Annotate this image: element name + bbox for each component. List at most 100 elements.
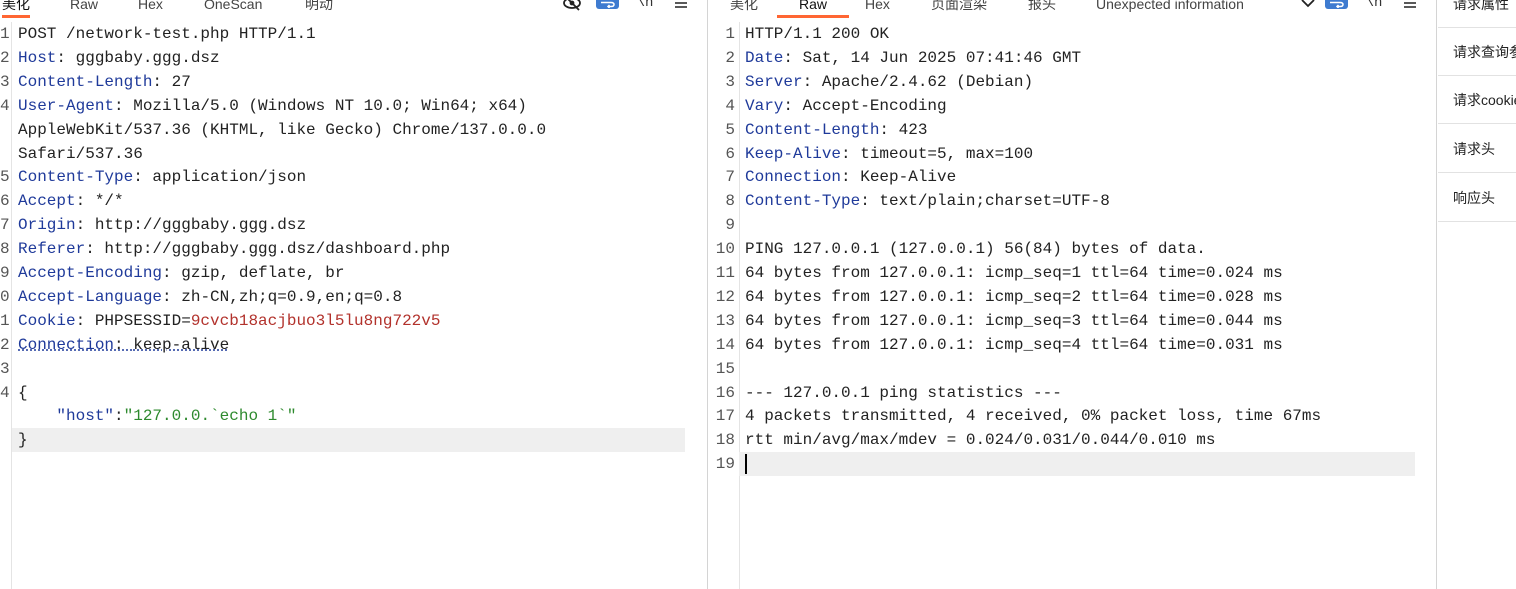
- header-separator: :: [152, 72, 172, 91]
- code-line: 7 Origin: http://gggbaby.ggg.dsz: [0, 213, 707, 237]
- header-value: http://gggbaby.ggg.dsz/dashboard.php: [104, 240, 451, 259]
- header-value: Accept-Encoding: [802, 96, 947, 115]
- line-number: 13: [715, 311, 735, 330]
- response-tab-unexpected[interactable]: Unexpected information: [1096, 0, 1244, 18]
- code-line: 17 4 packets transmitted, 4 received, 0% …: [709, 404, 1436, 428]
- code-text: {: [18, 381, 28, 405]
- inspector-item-request-headers[interactable]: 请求头: [1438, 125, 1516, 173]
- response-tab-raw[interactable]: Raw: [777, 0, 850, 18]
- current-line-highlight: [739, 452, 1415, 477]
- inspector-item-request-cookies[interactable]: 请求cookie: [1438, 76, 1516, 124]
- json-key: "host": [18, 407, 115, 426]
- inspector-item-query-params[interactable]: 请求查询参数: [1438, 28, 1516, 76]
- line-number: 10: [715, 240, 735, 259]
- line-number: 3: [725, 72, 735, 91]
- code-text: Vary: Accept-Encoding: [745, 94, 947, 118]
- header-value: Keep-Alive: [860, 168, 957, 187]
- header-name: Keep-Alive: [745, 144, 842, 163]
- request-tab-raw[interactable]: Raw: [70, 0, 98, 18]
- code-line: AppleWebKit/537.36 (KHTML, like Gecko) C…: [0, 118, 707, 142]
- header-name: Server: [745, 72, 803, 91]
- line-text: PING 127.0.0.1 (127.0.0.1) 56(84) bytes …: [745, 240, 1206, 259]
- line-text: 64 bytes from 127.0.0.1: icmp_seq=4 ttl=…: [745, 335, 1283, 354]
- header-value: zh-CN,zh;q=0.9,en;q=0.8: [181, 287, 403, 306]
- line-text: }: [18, 431, 28, 450]
- code-text: 64 bytes from 127.0.0.1: icmp_seq=2 ttl=…: [745, 285, 1283, 309]
- header-value: http://gggbaby.ggg.dsz: [94, 216, 307, 235]
- line-number: 1: [725, 25, 735, 43]
- newline-icon[interactable]: \n: [634, 0, 656, 12]
- code-line: 1 HTTP/1.1 200 OK: [709, 22, 1436, 46]
- header-separator: :: [114, 335, 134, 354]
- chevron-down-icon[interactable]: [1297, 0, 1319, 12]
- line-number: 8: [725, 192, 735, 211]
- line-number: 2: [725, 48, 735, 67]
- code-text: --- 127.0.0.1 ping statistics ---: [745, 381, 1062, 405]
- line-text: Safari/537.36: [18, 144, 143, 163]
- header-value: gzip, deflate, br: [181, 264, 345, 282]
- header-name: Accept: [18, 192, 76, 211]
- code-text: Safari/537.36: [18, 142, 143, 166]
- pane-divider[interactable]: [707, 0, 708, 589]
- header-value: 27: [171, 72, 191, 91]
- line-number: 3: [0, 359, 10, 378]
- code-line: 18 rtt min/avg/max/mdev = 0.024/0.031/0.0…: [709, 428, 1436, 452]
- line-number: 0: [0, 287, 10, 306]
- response-tab-headers[interactable]: 报头: [1028, 0, 1056, 18]
- inspector-item-response-headers[interactable]: 响应头: [1438, 174, 1516, 222]
- code-line: 5 Content-Type: application/json: [0, 165, 707, 189]
- request-tab-pretty[interactable]: 美化: [2, 0, 30, 18]
- header-separator: :: [162, 264, 182, 282]
- line-number: 19: [715, 455, 735, 474]
- code-line: 0 Accept-Language: zh-CN,zh;q=0.9,en;q=0.…: [0, 285, 707, 309]
- header-separator: :: [802, 72, 822, 91]
- menu-icon[interactable]: [1399, 0, 1421, 12]
- code-text: Origin: http://gggbaby.ggg.dsz: [18, 213, 306, 237]
- code-line: 10 PING 127.0.0.1 (127.0.0.1) 56(84) byte…: [709, 237, 1436, 261]
- line-text: {: [18, 383, 28, 402]
- code-line: 4 User-Agent: Mozilla/5.0 (Windows NT 10.…: [0, 94, 707, 118]
- request-editor[interactable]: 1 POST /network-test.php HTTP/1.1 2 Host: g…: [0, 22, 707, 589]
- code-line: 9 Accept-Encoding: gzip, deflate, br: [0, 261, 707, 285]
- request-tab-mingdong[interactable]: 明动: [305, 0, 333, 18]
- header-separator: :: [75, 192, 95, 211]
- newline-icon[interactable]: \n: [1363, 0, 1385, 12]
- header-value: 423: [898, 120, 928, 139]
- code-line: 3 Content-Length: 27: [0, 70, 707, 94]
- wrap-icon[interactable]: [1325, 0, 1348, 9]
- line-text: POST /network-test.php HTTP/1.1: [18, 25, 316, 43]
- line-number: 15: [715, 359, 735, 378]
- code-text: Host: gggbaby.ggg.dsz: [18, 46, 220, 70]
- header-value: Sat, 14 Jun 2025 07:41:46 GMT: [802, 48, 1082, 67]
- response-editor[interactable]: 1 HTTP/1.1 200 OK 2 Date: Sat, 14 Jun 2025 …: [709, 22, 1436, 589]
- code-text: Content-Length: 27: [18, 70, 191, 94]
- code-text: "host":"127.0.0.`echo 1`": [18, 404, 296, 428]
- line-text: rtt min/avg/max/mdev = 0.024/0.031/0.044…: [745, 431, 1216, 450]
- request-tab-hex[interactable]: Hex: [138, 0, 163, 18]
- menu-icon[interactable]: [670, 0, 692, 12]
- wrap-icon[interactable]: [596, 0, 619, 9]
- hide-icon[interactable]: [561, 0, 583, 12]
- current-line-highlight: [12, 428, 685, 453]
- response-tab-hex[interactable]: Hex: [865, 0, 890, 18]
- response-tab-render[interactable]: 页面渲染: [931, 0, 987, 18]
- request-tab-onescan[interactable]: OneScan: [204, 0, 262, 18]
- header-separator: :: [879, 120, 899, 139]
- inspector-item-request-attributes[interactable]: 请求属性: [1438, 0, 1516, 28]
- code-line: 16 --- 127.0.0.1 ping statistics ---: [709, 381, 1436, 405]
- line-number: 16: [715, 383, 735, 402]
- line-number: 4: [0, 96, 10, 115]
- code-text: Connection: Keep-Alive: [745, 165, 956, 189]
- code-text: Content-Type: application/json: [18, 165, 306, 189]
- response-tab-pretty[interactable]: 美化: [730, 0, 758, 18]
- header-name: Cookie: [18, 311, 76, 330]
- line-number: 3: [0, 72, 10, 91]
- line-number: 1: [0, 311, 10, 330]
- header-value: text/plain;charset=UTF-8: [879, 192, 1110, 211]
- inspector-divider[interactable]: [1436, 0, 1437, 589]
- code-line: 4 Vary: Accept-Encoding: [709, 94, 1436, 118]
- code-text: HTTP/1.1 200 OK: [745, 22, 889, 46]
- json-colon: :: [114, 407, 124, 426]
- line-number: 9: [0, 264, 10, 282]
- header-value: keep-alive: [133, 335, 230, 354]
